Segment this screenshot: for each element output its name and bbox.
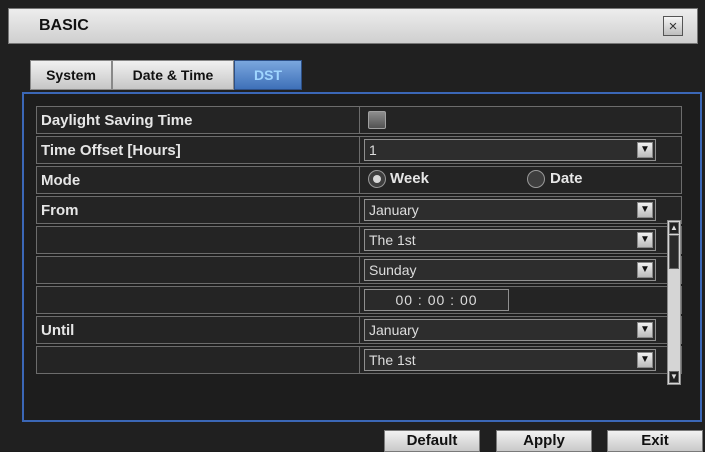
mode-date-label: Date: [550, 170, 583, 187]
mode-week-label: Week: [390, 170, 429, 187]
close-icon[interactable]: ×: [663, 16, 683, 36]
row-mode: Mode Week Date: [36, 166, 682, 194]
row-until-week: The 1st ▼: [36, 346, 682, 374]
tab-date-time[interactable]: Date & Time: [112, 60, 234, 90]
time-offset-select[interactable]: 1 ▼: [364, 139, 656, 161]
mode-value-cell: Week Date: [359, 166, 684, 194]
apply-button[interactable]: Apply: [496, 430, 592, 452]
daylight-saving-checkbox[interactable]: [368, 111, 386, 129]
from-month-value: January: [369, 202, 419, 218]
from-time-cell: 00 : 00 : 00: [359, 286, 684, 314]
until-month-select[interactable]: January ▼: [364, 319, 656, 341]
default-button[interactable]: Default: [384, 430, 480, 452]
until-week-value: The 1st: [369, 352, 416, 368]
window-title: BASIC: [39, 17, 89, 34]
time-offset-value-cell: 1 ▼: [359, 136, 684, 164]
from-month-cell: January ▼: [359, 196, 684, 224]
row-from-week: The 1st ▼: [36, 226, 682, 254]
vertical-scrollbar[interactable]: ▲ ▼: [667, 220, 681, 385]
row-until-month: Until January ▼: [36, 316, 682, 344]
row-from-month: From January ▼: [36, 196, 682, 224]
from-day-cell: Sunday ▼: [359, 256, 684, 284]
dropdown-icon[interactable]: ▼: [637, 322, 653, 338]
time-offset-value: 1: [369, 142, 377, 158]
until-month-cell: January ▼: [359, 316, 684, 344]
from-day-select[interactable]: Sunday ▼: [364, 259, 656, 281]
until-month-value: January: [369, 322, 419, 338]
dropdown-icon[interactable]: ▼: [637, 352, 653, 368]
scroll-up-icon[interactable]: ▲: [669, 222, 679, 234]
row-from-day: Sunday ▼: [36, 256, 682, 284]
until-label: Until: [41, 322, 75, 339]
window-titlebar: BASIC ×: [8, 8, 698, 44]
tab-dst[interactable]: DST: [234, 60, 302, 90]
row-from-time: 00 : 00 : 00: [36, 286, 682, 314]
scroll-thumb[interactable]: [669, 235, 679, 269]
dropdown-icon[interactable]: ▼: [637, 142, 653, 158]
tab-system[interactable]: System: [30, 60, 112, 90]
from-week-select[interactable]: The 1st ▼: [364, 229, 656, 251]
exit-button[interactable]: Exit: [607, 430, 703, 452]
from-time-input[interactable]: 00 : 00 : 00: [364, 289, 509, 311]
from-day-value: Sunday: [369, 262, 417, 278]
dst-panel: Daylight Saving Time Time Offset [Hours]…: [22, 92, 702, 422]
until-week-select[interactable]: The 1st ▼: [364, 349, 656, 371]
row-daylight-saving-time: Daylight Saving Time: [36, 106, 682, 134]
from-week-value: The 1st: [369, 232, 416, 248]
from-label: From: [41, 202, 79, 219]
dropdown-icon[interactable]: ▼: [637, 232, 653, 248]
time-offset-label: Time Offset [Hours]: [41, 142, 181, 159]
dst-settings-window: BASIC × System Date & Time DST Daylight …: [0, 0, 705, 452]
daylight-saving-label: Daylight Saving Time: [41, 112, 193, 129]
mode-label: Mode: [41, 172, 81, 189]
until-week-cell: The 1st ▼: [359, 346, 684, 374]
from-month-select[interactable]: January ▼: [364, 199, 656, 221]
dropdown-icon[interactable]: ▼: [637, 202, 653, 218]
scroll-down-icon[interactable]: ▼: [669, 371, 679, 383]
dropdown-icon[interactable]: ▼: [637, 262, 653, 278]
mode-date-radio[interactable]: [527, 170, 545, 188]
daylight-saving-value-cell: [359, 106, 684, 134]
mode-week-radio[interactable]: [368, 170, 386, 188]
from-week-cell: The 1st ▼: [359, 226, 684, 254]
row-time-offset: Time Offset [Hours] 1 ▼: [36, 136, 682, 164]
